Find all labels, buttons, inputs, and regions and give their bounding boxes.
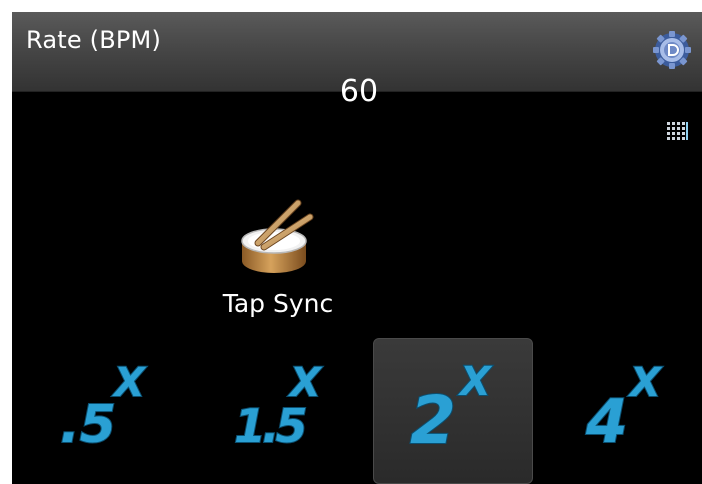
settings-gear-icon[interactable] <box>652 30 692 70</box>
multiplier-one-and-half-button[interactable]: 1.5 X <box>198 338 358 484</box>
grid-icon[interactable] <box>667 120 689 146</box>
multiplier-double-button[interactable]: 2 X <box>373 338 533 484</box>
app-screen: Rate (BPM) 60 Tap Sync .5 X 1.5 X 2 X 4 … <box>12 12 702 484</box>
multiplier-number: .5 <box>60 395 116 455</box>
multiplier-row: .5 X 1.5 X 2 X 4 X <box>12 338 702 484</box>
multiplier-number: 1.5 <box>234 399 305 453</box>
multiplier-suffix: X <box>111 360 147 406</box>
rate-label: Rate (BPM) <box>26 26 162 54</box>
tap-sync-label: Tap Sync <box>222 289 334 318</box>
multiplier-number: 4 <box>585 387 628 457</box>
multiplier-half-button[interactable]: .5 X <box>22 338 182 484</box>
multiplier-suffix: X <box>457 359 493 405</box>
multiplier-suffix: X <box>287 360 323 406</box>
multiplier-number: 2 <box>410 382 456 459</box>
multiplier-suffix: X <box>627 360 663 406</box>
drum-icon <box>234 197 314 277</box>
multiplier-quadruple-button[interactable]: 4 X <box>542 338 702 484</box>
tap-sync-button[interactable]: Tap Sync <box>208 197 348 327</box>
rate-value[interactable]: 60 <box>12 74 702 109</box>
